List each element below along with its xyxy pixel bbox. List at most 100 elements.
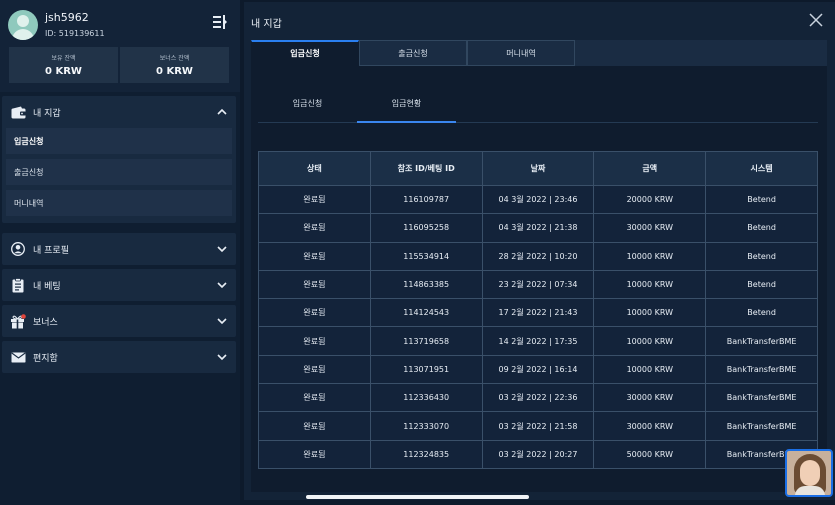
date-cell: 14 2월 2022 | 17:35 [481, 326, 595, 356]
date-cell: 04 3월 2022 | 21:38 [481, 213, 595, 243]
avatar-body [12, 29, 34, 40]
reference-id-cell: 114863385 [369, 269, 483, 300]
sidebar-item-wallet[interactable]: 내 지갑 [2, 96, 236, 128]
chevron-down-icon[interactable] [216, 351, 228, 363]
user-id: ID: 519139611 [45, 29, 105, 38]
column-header-amount: 금액 [593, 151, 707, 186]
tab-withdraw[interactable]: 출금신청 [359, 40, 467, 66]
date-cell: 17 2월 2022 | 21:43 [481, 298, 595, 328]
system-cell: Betend [705, 184, 818, 215]
status-cell: 완료됨 [258, 298, 371, 328]
wallet-panel: 내 지갑 입금신청 출금신청 머니내역 입금신청 입금현황 상태 참조 ID/베… [244, 2, 835, 500]
support-agent-avatar[interactable] [785, 449, 833, 497]
date-cell: 03 2월 2022 | 22:36 [481, 383, 595, 413]
cash-balance-value: 0 KRW [45, 66, 82, 77]
status-cell: 완료됨 [258, 269, 371, 300]
table-header-row: 상태 참조 ID/베팅 ID 날짜 금액 시스템 [258, 151, 818, 186]
menu-toggle-icon[interactable] [212, 14, 228, 30]
sidebar-item-bonus-label: 보너스 [33, 317, 58, 328]
sidebar-sub-money-history[interactable]: 머니내역 [6, 190, 232, 216]
date-cell: 03 2월 2022 | 20:27 [481, 439, 595, 469]
amount-cell: 50000 KRW [593, 439, 707, 469]
status-cell: 완료됨 [258, 213, 371, 243]
subtab-deposit-request[interactable]: 입금신청 [258, 95, 357, 123]
sidebar-item-bonus[interactable]: 보너스 [2, 305, 236, 337]
bonus-balance-value: 0 KRW [156, 66, 193, 77]
date-cell: 23 2월 2022 | 07:34 [481, 269, 595, 300]
deposit-subtabs: 입금신청 입금현황 [258, 95, 818, 123]
sidebar-group-mailbox: 편지함 [2, 341, 236, 373]
avatar-head [17, 15, 29, 27]
table-row: 완료됨 113719658 14 2월 2022 | 17:35 10000 KRW B… [258, 326, 818, 356]
sidebar: jsh5962 ID: 519139611 보유 잔액 0 KRW 보너스 잔액… [0, 0, 240, 505]
reference-id-cell: 112336430 [369, 383, 483, 413]
system-cell: Betend [705, 241, 818, 271]
sidebar-item-profile[interactable]: 내 프로필 [2, 233, 236, 265]
chevron-down-icon[interactable] [216, 279, 228, 291]
table-row: 완료됨 116109787 04 3월 2022 | 23:46 20000 KRW B… [258, 184, 818, 215]
sidebar-item-wallet-label: 내 지갑 [33, 108, 61, 119]
table-row: 완료됨 112336430 03 2월 2022 | 22:36 30000 KRW B… [258, 383, 818, 413]
status-cell: 완료됨 [258, 383, 371, 413]
sidebar-sub-deposit[interactable]: 입금신청 [6, 128, 232, 154]
column-header-status: 상태 [258, 151, 371, 186]
amount-cell: 10000 KRW [593, 354, 707, 385]
table-row: 완료됨 112324835 03 2월 2022 | 20:27 50000 KRW B… [258, 439, 818, 469]
system-cell: BankTransferBME [705, 326, 818, 356]
date-cell: 03 2월 2022 | 21:58 [481, 411, 595, 441]
reference-id-cell: 113071951 [369, 354, 483, 385]
sidebar-sub-withdraw[interactable]: 출금신청 [6, 159, 232, 185]
avatar[interactable] [8, 10, 38, 40]
column-header-date: 날짜 [481, 151, 595, 186]
sidebar-item-betting-label: 내 베팅 [33, 281, 61, 292]
chevron-up-icon[interactable] [216, 106, 228, 118]
bonus-balance-label: 보너스 잔액 [159, 55, 190, 62]
wallet-tabs: 입금신청 출금신청 머니내역 [251, 40, 827, 66]
status-cell: 완료됨 [258, 354, 371, 385]
sidebar-item-profile-label: 내 프로필 [33, 245, 69, 256]
system-cell: Betend [705, 298, 818, 328]
username: jsh5962 [45, 11, 89, 24]
chevron-down-icon[interactable] [216, 315, 228, 327]
envelope-icon [10, 349, 26, 365]
close-icon[interactable] [809, 13, 823, 27]
chevron-down-icon[interactable] [216, 243, 228, 255]
sidebar-group-betting: 내 베팅 [2, 269, 236, 301]
cash-balance: 보유 잔액 0 KRW [9, 47, 118, 83]
tab-deposit[interactable]: 입금신청 [251, 40, 359, 66]
table-row: 완료됨 116095258 04 3월 2022 | 21:38 30000 KRW B… [258, 213, 818, 243]
system-cell: Betend [705, 269, 818, 300]
date-cell: 28 2월 2022 | 10:20 [481, 241, 595, 271]
sidebar-item-betting[interactable]: 내 베팅 [2, 269, 236, 301]
status-cell: 완료됨 [258, 439, 371, 469]
balances: 보유 잔액 0 KRW 보너스 잔액 0 KRW [9, 47, 229, 83]
page-title: 내 지갑 [251, 19, 282, 30]
status-cell: 완료됨 [258, 241, 371, 271]
table-row: 완료됨 113071951 09 2월 2022 | 16:14 10000 KRW B… [258, 354, 818, 385]
system-cell: Betend [705, 213, 818, 243]
amount-cell: 30000 KRW [593, 383, 707, 413]
reference-id-cell: 116109787 [369, 184, 483, 215]
clipboard-icon [10, 277, 26, 293]
amount-cell: 10000 KRW [593, 326, 707, 356]
amount-cell: 10000 KRW [593, 241, 707, 271]
gift-icon [10, 313, 26, 329]
table-row: 완료됨 115534914 28 2월 2022 | 10:20 10000 KRW B… [258, 241, 818, 271]
sidebar-group-wallet: 내 지갑 입금신청 출금신청 머니내역 [2, 96, 236, 223]
sidebar-item-mailbox[interactable]: 편지함 [2, 341, 236, 373]
date-cell: 04 3월 2022 | 23:46 [481, 184, 595, 215]
wallet-content: 입금신청 출금신청 머니내역 입금신청 입금현황 상태 참조 ID/베팅 ID … [251, 40, 827, 492]
table-body: 완료됨 116109787 04 3월 2022 | 23:46 20000 KRW B… [258, 184, 818, 469]
reference-id-cell: 112324835 [369, 439, 483, 469]
amount-cell: 10000 KRW [593, 298, 707, 328]
profile-card: jsh5962 ID: 519139611 보유 잔액 0 KRW 보너스 잔액… [0, 0, 240, 92]
reference-id-cell: 112333070 [369, 411, 483, 441]
subtab-deposit-status[interactable]: 입금현황 [357, 95, 456, 123]
agent-face [800, 460, 820, 486]
system-cell: BankTransferBME [705, 383, 818, 413]
tab-money-history[interactable]: 머니내역 [467, 40, 575, 66]
system-cell: BankTransferBME [705, 411, 818, 441]
user-icon [10, 241, 26, 257]
scrollbar[interactable] [306, 495, 529, 499]
reference-id-cell: 113719658 [369, 326, 483, 356]
